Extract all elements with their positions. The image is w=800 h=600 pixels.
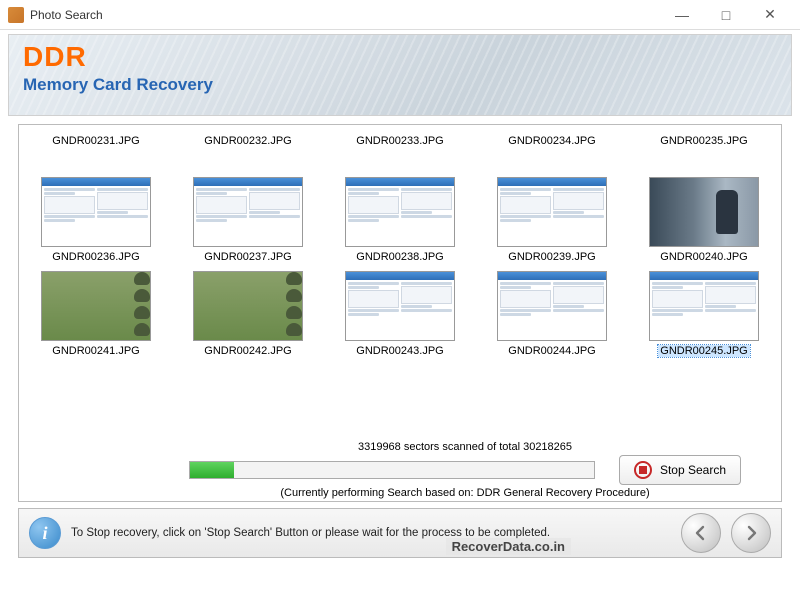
thumbnail-area[interactable]: GNDR00231.JPG GNDR00232.JPG GNDR00233.JPG G… (19, 125, 781, 439)
file-name: GNDR00242.JPG (204, 345, 291, 357)
file-name: GNDR00233.JPG (356, 135, 443, 147)
progress-method-text: (Currently performing Search based on: D… (189, 487, 741, 499)
thumbnail-item[interactable]: GNDR00236.JPG (23, 175, 169, 265)
thumbnail-item[interactable]: GNDR00241.JPG (23, 269, 169, 359)
header-banner: DDR Memory Card Recovery (8, 34, 792, 116)
thumbnail-item[interactable]: GNDR00237.JPG (175, 175, 321, 265)
thumbnail-item[interactable]: GNDR00234.JPG (479, 131, 625, 171)
content-frame: GNDR00231.JPG GNDR00232.JPG GNDR00233.JPG G… (18, 124, 782, 502)
info-icon: i (29, 517, 61, 549)
file-name: GNDR00241.JPG (52, 345, 139, 357)
maximize-button[interactable]: □ (704, 1, 748, 29)
file-name: GNDR00234.JPG (508, 135, 595, 147)
progress-bar (189, 461, 595, 479)
chevron-left-icon (693, 525, 709, 541)
brand-logo: DDR (23, 41, 777, 73)
app-icon (8, 7, 24, 23)
thumbnail-item[interactable]: GNDR00238.JPG (327, 175, 473, 265)
file-name: GNDR00238.JPG (356, 251, 443, 263)
file-name: GNDR00235.JPG (660, 135, 747, 147)
thumbnail-item[interactable]: GNDR00231.JPG (23, 131, 169, 171)
progress-section: 3319968 sectors scanned of total 3021826… (19, 439, 781, 501)
file-name: GNDR00244.JPG (508, 345, 595, 357)
footer-hint: To Stop recovery, click on 'Stop Search'… (71, 527, 671, 539)
thumbnail-item[interactable]: GNDR00240.JPG (631, 175, 777, 265)
file-name: GNDR00232.JPG (204, 135, 291, 147)
file-name: GNDR00240.JPG (660, 251, 747, 263)
file-name: GNDR00239.JPG (508, 251, 595, 263)
thumbnail-item[interactable]: GNDR00243.JPG (327, 269, 473, 359)
thumbnail-item[interactable]: GNDR00244.JPG (479, 269, 625, 359)
file-name: GNDR00243.JPG (356, 345, 443, 357)
thumbnail-item[interactable]: GNDR00233.JPG (327, 131, 473, 171)
watermark: RecoverData.co.in (446, 538, 571, 555)
thumbnail-item[interactable]: GNDR00242.JPG (175, 269, 321, 359)
progress-status-text: 3319968 sectors scanned of total 3021826… (189, 441, 741, 453)
footer-bar: i To Stop recovery, click on 'Stop Searc… (18, 508, 782, 558)
window-title: Photo Search (30, 8, 660, 22)
thumbnail-item[interactable]: GNDR00245.JPG (631, 269, 777, 359)
minimize-button[interactable]: ― (660, 1, 704, 29)
back-button[interactable] (681, 513, 721, 553)
file-name: GNDR00231.JPG (52, 135, 139, 147)
stop-icon (634, 461, 652, 479)
forward-button[interactable] (731, 513, 771, 553)
file-name: GNDR00236.JPG (52, 251, 139, 263)
thumbnail-item[interactable]: GNDR00239.JPG (479, 175, 625, 265)
chevron-right-icon (743, 525, 759, 541)
file-name: GNDR00245.JPG (658, 345, 749, 357)
close-button[interactable]: ✕ (748, 1, 792, 29)
file-name: GNDR00237.JPG (204, 251, 291, 263)
thumbnail-item[interactable]: GNDR00235.JPG (631, 131, 777, 171)
titlebar: Photo Search ― □ ✕ (0, 0, 800, 30)
stop-search-button[interactable]: Stop Search (619, 455, 741, 485)
stop-search-label: Stop Search (660, 463, 726, 477)
product-name: Memory Card Recovery (23, 75, 777, 95)
thumbnail-item[interactable]: GNDR00232.JPG (175, 131, 321, 171)
